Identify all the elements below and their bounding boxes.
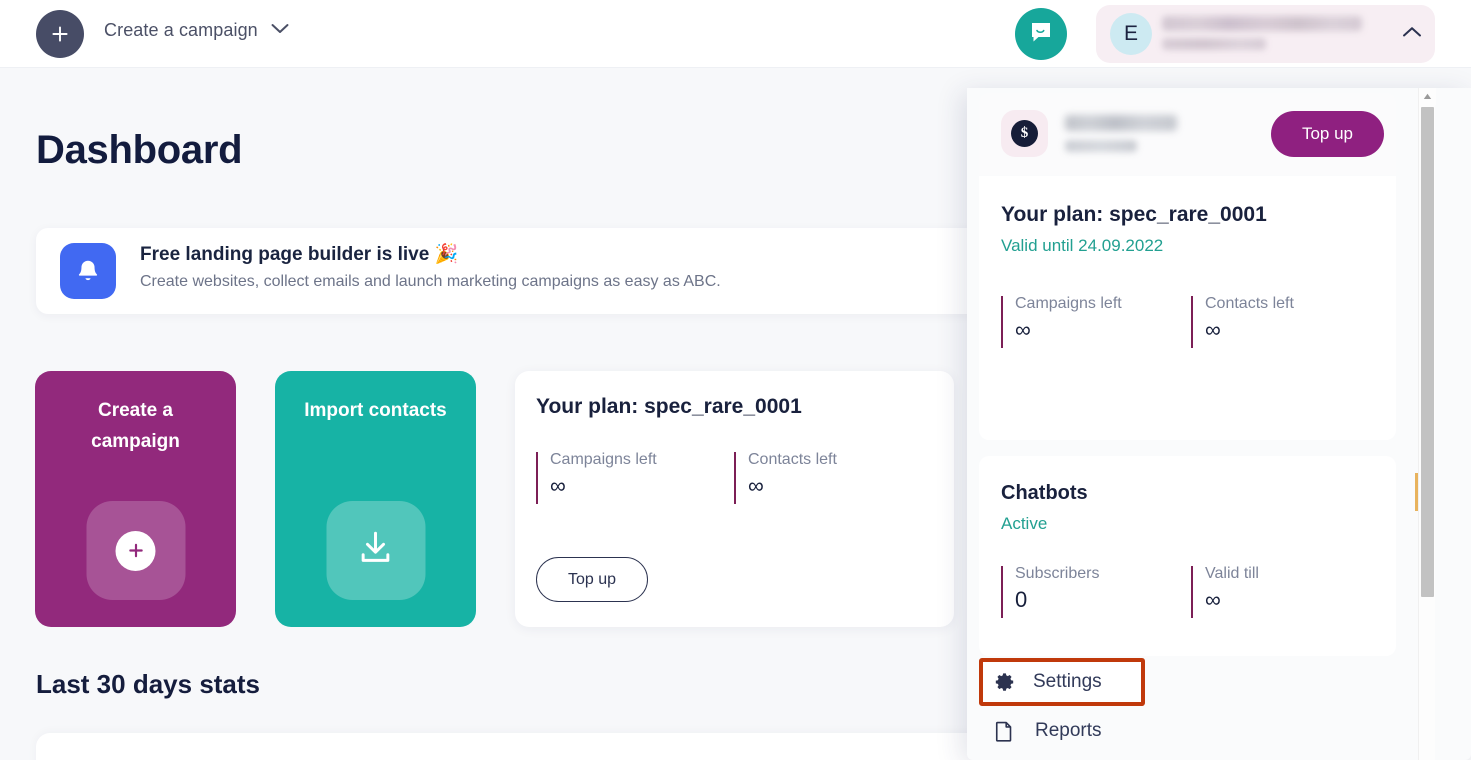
app-root: Create a campaign E Dashboard Free landi… bbox=[0, 0, 1471, 760]
menu-item-settings[interactable]: Settings bbox=[979, 658, 1145, 706]
create-campaign-menu[interactable]: Create a campaign bbox=[104, 20, 290, 41]
chatbots-status: Active bbox=[1001, 514, 1048, 533]
import-contacts-card-icon-wrap bbox=[326, 501, 425, 600]
avatar-initial: E bbox=[1123, 22, 1138, 45]
create-campaign-card-label: Create a campaign bbox=[91, 400, 180, 452]
gear-icon bbox=[993, 671, 1015, 693]
menu-item-reports[interactable]: Reports bbox=[979, 706, 1396, 756]
create-campaign-card-icon-wrap bbox=[86, 501, 185, 600]
metric-label: Campaigns left bbox=[550, 451, 657, 468]
scroll-up-arrow-icon[interactable] bbox=[1419, 88, 1436, 105]
top-header-bar: Create a campaign E bbox=[0, 0, 1471, 68]
account-dropdown-panel: $ Top up Your plan: spec_rare_0001 Valid… bbox=[967, 88, 1471, 760]
dropdown-scrollbar[interactable] bbox=[1415, 88, 1436, 760]
metric-label: Subscribers bbox=[1015, 565, 1100, 582]
balance-caption-redacted bbox=[1065, 140, 1137, 152]
plan-card-title: Your plan: spec_rare_0001 bbox=[536, 395, 802, 418]
metric-value: ∞ bbox=[748, 473, 765, 498]
account-id-redacted bbox=[1162, 38, 1266, 50]
chevron-up-icon bbox=[1401, 25, 1423, 44]
metric-value: ∞ bbox=[1205, 317, 1222, 342]
metric-label: Contacts left bbox=[748, 451, 837, 468]
chatbots-title: Chatbots bbox=[1001, 482, 1088, 504]
create-campaign-card[interactable]: Create a campaign bbox=[35, 371, 236, 627]
download-icon bbox=[355, 527, 397, 574]
scrollbar-marker bbox=[1415, 473, 1418, 511]
create-campaign-plus-button[interactable] bbox=[36, 10, 84, 58]
dropdown-scroll-area: $ Top up Your plan: spec_rare_0001 Valid… bbox=[967, 88, 1408, 760]
plan-summary-card: Your plan: spec_rare_0001 Campaigns left… bbox=[515, 371, 954, 627]
dollar-sign: $ bbox=[1011, 120, 1038, 147]
page-title: Dashboard bbox=[36, 128, 243, 172]
plus-icon bbox=[115, 530, 156, 571]
scrollbar-thumb[interactable] bbox=[1421, 107, 1434, 597]
import-contacts-card-label: Import contacts bbox=[304, 400, 447, 421]
dollar-coin-icon: $ bbox=[1001, 110, 1048, 157]
metric-label: Campaigns left bbox=[1015, 295, 1122, 312]
account-menu-button[interactable]: E bbox=[1096, 5, 1435, 63]
bell-icon bbox=[60, 243, 116, 299]
metric-value: ∞ bbox=[1015, 317, 1032, 342]
metric-label: Valid till bbox=[1205, 565, 1259, 582]
banner-subtitle: Create websites, collect emails and laun… bbox=[140, 273, 721, 290]
dropdown-menu-list: Settings Reports bbox=[979, 658, 1396, 760]
document-icon bbox=[993, 720, 1015, 742]
top-up-button[interactable]: Top up bbox=[536, 557, 648, 602]
dropdown-plan-valid: Valid until 24.09.2022 bbox=[1001, 236, 1164, 255]
create-campaign-label: Create a campaign bbox=[104, 20, 258, 40]
dropdown-plan-section: Your plan: spec_rare_0001 Valid until 24… bbox=[979, 176, 1396, 440]
dropdown-metric-contacts-left: Contacts left ∞ bbox=[1191, 294, 1294, 348]
metric-value: ∞ bbox=[1205, 587, 1222, 612]
plus-icon bbox=[50, 24, 70, 44]
menu-item-label: Reports bbox=[1035, 720, 1102, 741]
intercom-chat-button[interactable] bbox=[1015, 8, 1067, 60]
import-contacts-card[interactable]: Import contacts bbox=[275, 371, 476, 627]
menu-item-label: Settings bbox=[1033, 671, 1102, 692]
dropdown-chatbots-section: Chatbots Active Subscribers 0 Valid till… bbox=[979, 456, 1396, 656]
account-email-redacted bbox=[1162, 16, 1362, 31]
menu-item-plans[interactable]: Plans bbox=[979, 756, 1396, 760]
balance-amount-redacted bbox=[1065, 115, 1177, 131]
dropdown-top-up-button[interactable]: Top up bbox=[1271, 111, 1384, 157]
metric-label: Contacts left bbox=[1205, 295, 1294, 312]
banner-title: Free landing page builder is live 🎉 bbox=[140, 244, 459, 265]
metric-contacts-left: Contacts left ∞ bbox=[734, 450, 837, 504]
chatbots-metric-subscribers: Subscribers 0 bbox=[1001, 564, 1100, 618]
metric-campaigns-left: Campaigns left ∞ bbox=[536, 450, 657, 504]
avatar: E bbox=[1110, 13, 1152, 55]
chatbots-metric-valid-till: Valid till ∞ bbox=[1191, 564, 1259, 618]
metric-value: ∞ bbox=[550, 473, 567, 498]
chat-bubble-icon bbox=[1028, 19, 1054, 50]
metric-value: 0 bbox=[1015, 587, 1028, 612]
dropdown-metric-campaigns-left: Campaigns left ∞ bbox=[1001, 294, 1122, 348]
stats-section-title: Last 30 days stats bbox=[36, 669, 261, 699]
chevron-down-icon bbox=[270, 22, 290, 40]
dropdown-plan-title: Your plan: spec_rare_0001 bbox=[1001, 203, 1267, 226]
balance-section: $ Top up bbox=[979, 93, 1396, 175]
